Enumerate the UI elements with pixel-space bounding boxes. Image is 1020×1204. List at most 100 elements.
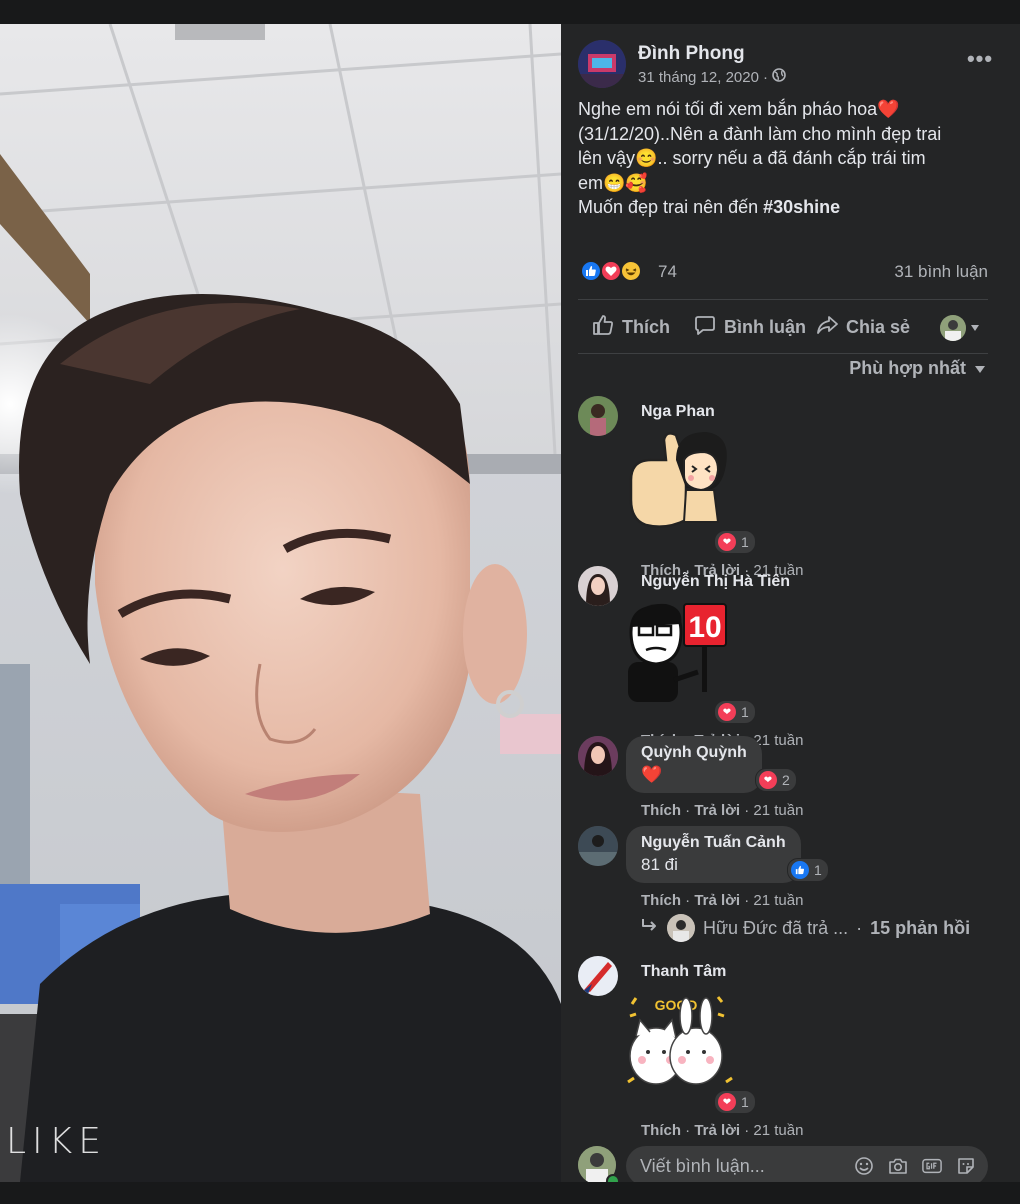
good-bunnies-sticker: GOOD — [626, 994, 736, 1094]
comment-composer — [578, 1146, 988, 1182]
camera-icon[interactable] — [888, 1156, 908, 1176]
heart-icon: ❤ — [718, 1093, 736, 1111]
replier-avatar — [667, 914, 695, 942]
sticker-icon[interactable] — [956, 1156, 976, 1176]
comment-reactions[interactable]: ❤ 1 — [714, 1090, 756, 1114]
commenter-name[interactable]: Nguyễn Thị Hà Tiên — [641, 573, 790, 591]
commenter-avatar[interactable] — [578, 736, 618, 776]
comment-time[interactable]: 21 tuần — [753, 1122, 803, 1139]
globe-icon[interactable] — [772, 68, 786, 86]
comment-meta: Thích · Trả lời · 21 tuần — [641, 1122, 804, 1139]
heart-icon: ❤ — [718, 703, 736, 721]
comment-reaction-count: 1 — [741, 534, 749, 550]
commenter-name[interactable]: Nga Phan — [641, 403, 715, 421]
score-10-sticker: 10 — [626, 602, 736, 702]
comment-button[interactable]: Bình luận — [694, 307, 806, 347]
heart-icon: ❤ — [759, 771, 777, 789]
meta-separator: · — [762, 68, 768, 86]
comment-reply-link[interactable]: Trả lời — [694, 802, 740, 819]
emoji-icon[interactable] — [854, 1156, 874, 1176]
post-panel: Đình Phong 31 tháng 12, 2020 · ••• Nghe … — [561, 24, 1020, 1182]
post-text-line: lên vậy😊.. sorry nếu a đã đánh cắp trái … — [578, 148, 926, 168]
post-meta: 31 tháng 12, 2020 · — [638, 68, 786, 86]
post-text: Nghe em nói tối đi xem bắn pháo hoa❤️ (3… — [578, 97, 998, 220]
comment-reaction-count: 1 — [741, 1094, 749, 1110]
reply-arrow-icon — [641, 918, 659, 939]
comment-text: ❤️ — [641, 765, 663, 784]
reaction-count: 74 — [658, 262, 677, 281]
post-actions: Thích Bình luận Chia sẻ — [578, 307, 988, 347]
comment-reactions[interactable]: 1 — [787, 858, 829, 882]
caret-down-icon — [974, 358, 986, 379]
comment-reactions[interactable]: ❤ 2 — [755, 768, 797, 792]
reaction-icons — [580, 260, 642, 282]
view-replies-link[interactable]: Hữu Đức đã trả ... · 15 phản hồi — [641, 914, 970, 942]
comment-like-link[interactable]: Thích — [641, 892, 681, 909]
online-status-dot — [606, 1174, 620, 1182]
gif-icon[interactable] — [922, 1156, 942, 1176]
post-text-line: em😁🥰 — [578, 172, 648, 193]
audience-selector[interactable] — [940, 315, 980, 341]
comment-meta: Thích · Trả lời · 21 tuần — [641, 802, 804, 819]
thumbs-up-icon — [592, 314, 614, 341]
like-icon — [791, 861, 809, 879]
more-options-button[interactable]: ••• — [964, 48, 996, 74]
like-label: Thích — [622, 316, 670, 337]
reply-preview-text: Hữu Đức đã trả ... — [703, 917, 849, 938]
like-button[interactable]: Thích — [592, 307, 670, 347]
comment-item: Nguyễn Thị Hà Tiên 10 ❤ 1 Thích · Trả lờ… — [578, 566, 998, 749]
post-text-line: Nghe em nói tối đi xem bắn pháo hoa❤️ — [578, 99, 900, 119]
commenter-name[interactable]: Quỳnh Quỳnh — [641, 744, 747, 762]
speech-bubble-icon — [694, 314, 716, 341]
share-button[interactable]: Chia sẻ — [816, 307, 910, 347]
sort-label: Phù hợp nhất — [849, 358, 966, 378]
commenter-avatar[interactable] — [578, 956, 618, 996]
comment-time[interactable]: 21 tuần — [753, 802, 803, 819]
divider — [578, 353, 988, 354]
commenter-name[interactable]: Thanh Tâm — [641, 963, 726, 981]
comment-meta: Thích · Trả lời · 21 tuần — [641, 892, 804, 909]
heart-icon: ❤ — [718, 533, 736, 551]
comment-item: Thanh Tâm GOOD ❤ 1 Thích · Trả lời · 21 … — [578, 956, 998, 1139]
thumbs-up-girl-sticker — [626, 430, 736, 530]
divider — [578, 299, 988, 300]
selfie-image — [0, 24, 561, 1182]
comment-item: Quỳnh Quỳnh ❤️ ❤ 2 Thích · Trả lời · 21 … — [578, 736, 998, 819]
commenter-name[interactable]: Nguyễn Tuấn Cảnh — [641, 834, 786, 852]
post-photo[interactable]: LIKE — [0, 24, 561, 1182]
comment-like-link[interactable]: Thích — [641, 1122, 681, 1139]
reactions-summary[interactable]: 74 31 bình luận — [578, 260, 988, 284]
comment-reaction-count: 2 — [782, 772, 790, 788]
hashtag-link[interactable]: #30shine — [763, 197, 840, 217]
comment-item: Nguyễn Tuấn Cảnh 81 đi 1 Thích · Trả lời… — [578, 826, 998, 909]
comment-reaction-count: 1 — [741, 704, 749, 720]
composer-tools — [854, 1156, 976, 1176]
reply-count: 15 phản hồi — [870, 917, 971, 938]
comment-bubble: Quỳnh Quỳnh ❤️ — [626, 736, 762, 793]
comment-count-link[interactable]: 31 bình luận — [894, 262, 988, 282]
author-avatar[interactable] — [578, 40, 626, 88]
post-date[interactable]: 31 tháng 12, 2020 — [638, 69, 759, 86]
post-header: Đình Phong 31 tháng 12, 2020 · ••• — [578, 40, 1004, 92]
commenter-avatar[interactable] — [578, 826, 618, 866]
comment-time[interactable]: 21 tuần — [753, 892, 803, 909]
author-name[interactable]: Đình Phong — [638, 43, 745, 65]
commenter-avatar[interactable] — [578, 396, 618, 436]
comment-bubble: Nguyễn Tuấn Cảnh 81 đi — [626, 826, 801, 883]
comment-like-link[interactable]: Thích — [641, 802, 681, 819]
photo-watermark: LIKE — [6, 1121, 108, 1162]
love-reaction-icon — [600, 260, 622, 282]
comment-reply-link[interactable]: Trả lời — [694, 892, 740, 909]
comment-label: Bình luận — [724, 316, 806, 337]
share-label: Chia sẻ — [846, 316, 911, 337]
comment-sort-dropdown[interactable]: Phù hợp nhất — [849, 358, 986, 379]
post-text-prefix: Muốn đẹp trai nên đến — [578, 197, 764, 217]
comment-item: Nga Phan ❤ 1 Thích · Trả lời · 21 tuần — [578, 396, 998, 579]
comment-reactions[interactable]: ❤ 1 — [714, 700, 756, 724]
sticker-text: 10 — [688, 611, 721, 644]
comment-reply-link[interactable]: Trả lời — [694, 1122, 740, 1139]
comment-reaction-count: 1 — [814, 862, 822, 878]
commenter-avatar[interactable] — [578, 566, 618, 606]
comment-reactions[interactable]: ❤ 1 — [714, 530, 756, 554]
post-text-line: (31/12/20)..Nên a đành làm cho mình đẹp … — [578, 123, 942, 144]
